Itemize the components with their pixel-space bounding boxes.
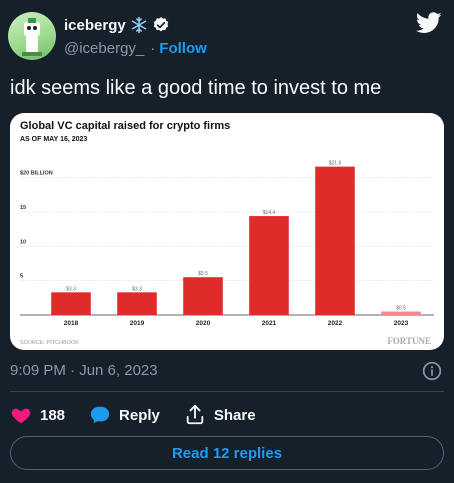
handle-row: @icebergy_ · Follow — [64, 38, 207, 58]
snowflake-icon — [131, 16, 146, 34]
like-button[interactable]: 188 — [10, 404, 65, 426]
chart-subtitle: AS OF MAY 16, 2023 — [20, 136, 87, 143]
x-tick-label: 2019 — [130, 320, 145, 327]
tweet-actions: 188 Reply Share — [10, 400, 280, 430]
avatar-figure-icon — [22, 18, 42, 56]
y-tick-label: 15 — [20, 205, 26, 211]
share-label: Share — [213, 406, 256, 424]
x-tick-label: 2018 — [64, 320, 79, 327]
bar-value-label: $3.3 — [66, 286, 76, 292]
bar-2022 — [315, 166, 355, 315]
bar-2023 — [381, 311, 421, 315]
share-button[interactable]: Share — [184, 404, 256, 426]
bar-value-label: $14.4 — [263, 210, 276, 216]
read-replies-button[interactable]: Read 12 replies — [10, 436, 444, 470]
avatar[interactable] — [8, 12, 56, 60]
chart-title: Global VC capital raised for crypto firm… — [20, 120, 230, 132]
tweet-timestamp[interactable]: 9:09 PM · Jun 6, 2023 — [10, 362, 158, 379]
bar-value-label: $3.3 — [132, 286, 142, 292]
user-handle[interactable]: @icebergy_ — [64, 40, 144, 57]
tweet-header: icebergy @icebergy_ · Follow — [0, 0, 454, 70]
share-icon — [186, 404, 204, 425]
bar-2020 — [183, 277, 223, 315]
follow-button[interactable]: Follow — [159, 40, 207, 57]
bar-value-label: $5.5 — [198, 271, 208, 277]
twitter-logo[interactable] — [416, 12, 442, 34]
info-icon[interactable] — [422, 361, 442, 381]
x-tick-label: 2023 — [394, 320, 409, 327]
chart-source: SOURCE: PITCHBOOK — [20, 340, 79, 346]
x-tick-label: 2022 — [328, 320, 343, 327]
y-tick-label: $20 BILLION — [20, 171, 53, 177]
bar-2019 — [117, 292, 157, 315]
reply-icon — [90, 406, 110, 424]
verified-icon — [153, 17, 168, 32]
divider-top — [10, 391, 444, 392]
like-count: 188 — [40, 406, 66, 424]
chart-image-card[interactable]: Global VC capital raised for crypto firm… — [10, 113, 444, 350]
y-tick-label: 10 — [20, 239, 26, 245]
heart-icon — [11, 408, 31, 424]
bar-value-label: $0.5 — [396, 306, 406, 312]
reply-button[interactable]: Reply — [89, 404, 160, 426]
tweet-text: idk seems like a good time to invest to … — [10, 77, 382, 99]
separator: · — [150, 39, 156, 57]
bar-2018 — [51, 292, 91, 315]
name-row: icebergy — [64, 14, 170, 36]
reply-label: Reply — [119, 406, 160, 424]
chart-brand-logo: FORTUNE — [387, 336, 431, 346]
y-tick-label: 5 — [20, 274, 23, 280]
bar-value-label: $21.6 — [329, 161, 342, 167]
vc-capital-bar-chart: Global VC capital raised for crypto firm… — [20, 120, 434, 346]
x-tick-label: 2021 — [262, 320, 277, 327]
x-tick-label: 2020 — [196, 320, 211, 327]
bar-2021 — [249, 216, 289, 315]
display-name[interactable]: icebergy — [64, 17, 126, 34]
